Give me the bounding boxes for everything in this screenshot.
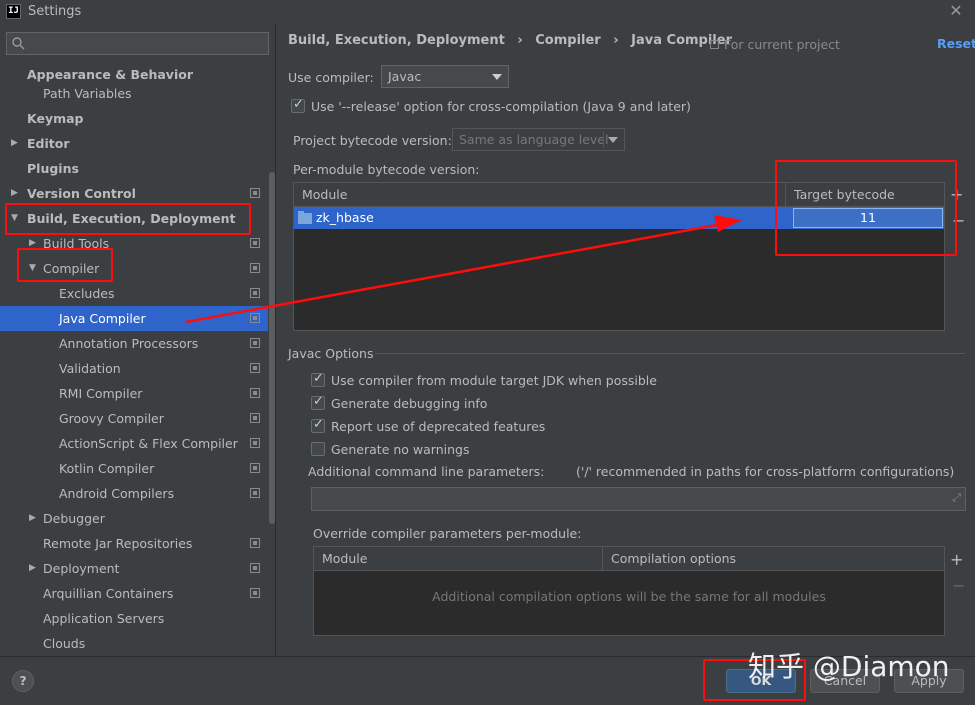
watermark: 知乎 @Diamon xyxy=(748,650,950,683)
annotation-arrow xyxy=(185,215,742,324)
